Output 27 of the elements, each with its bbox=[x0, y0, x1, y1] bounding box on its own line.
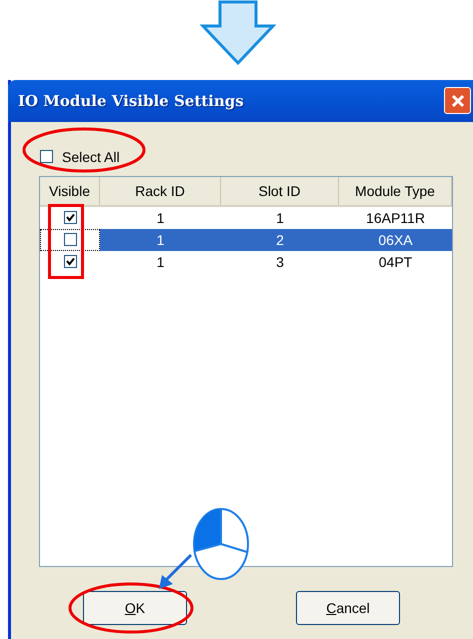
visible-checkbox[interactable] bbox=[64, 211, 76, 224]
column-header[interactable]: Slot ID bbox=[221, 176, 339, 205]
close-icon bbox=[450, 94, 464, 108]
table-cell-text: 1 bbox=[275, 208, 285, 228]
table-cell-text: 3 bbox=[275, 252, 285, 272]
down-arrow-icon bbox=[200, 0, 276, 66]
window-title: IO Module Visible Settings bbox=[18, 92, 244, 110]
table-cell-text: 1 bbox=[156, 208, 166, 228]
column-header[interactable]: Module Type bbox=[339, 176, 452, 205]
table-cell-text: 1 bbox=[156, 252, 166, 272]
table-cell-text: 04PT bbox=[378, 252, 414, 272]
column-header[interactable]: Visible bbox=[40, 176, 100, 205]
visible-checkbox[interactable] bbox=[64, 255, 76, 268]
check-icon bbox=[66, 257, 74, 266]
pointer-arrow bbox=[159, 552, 193, 591]
check-icon bbox=[66, 213, 74, 222]
cancel-button[interactable]: Cancel bbox=[296, 590, 400, 625]
close-button[interactable] bbox=[444, 87, 471, 114]
ok-button[interactable]: OK bbox=[83, 590, 187, 625]
table-cell: 06XA bbox=[339, 228, 452, 251]
visible-checkbox[interactable] bbox=[64, 233, 76, 246]
select-all-checkbox[interactable] bbox=[40, 150, 53, 164]
table-cell: 2 bbox=[221, 228, 339, 251]
table-cell: 1 bbox=[100, 228, 221, 251]
column-header[interactable]: Rack ID bbox=[100, 176, 221, 205]
select-all-label: Select All bbox=[62, 148, 120, 165]
table-cell-text: 16AP11R bbox=[365, 208, 426, 228]
